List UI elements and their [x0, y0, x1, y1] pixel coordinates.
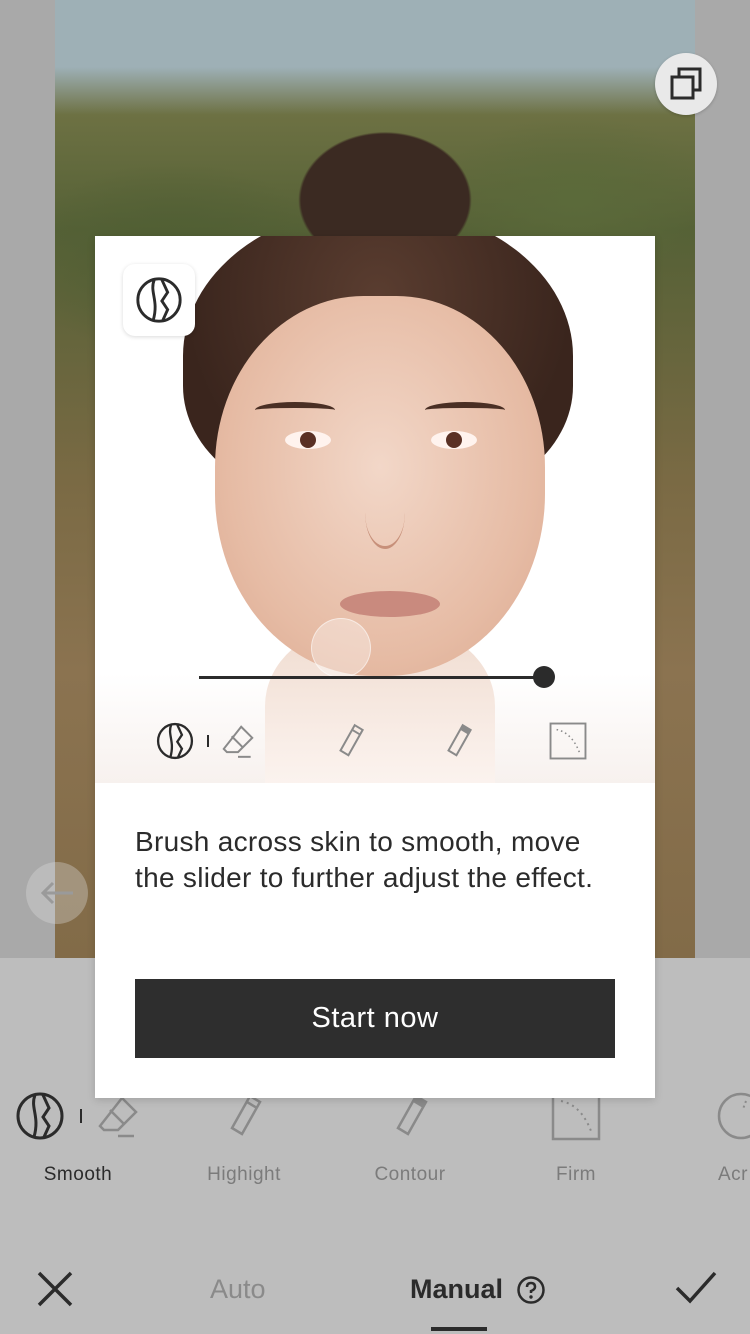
- firm-icon: [549, 722, 587, 760]
- undo-button[interactable]: [26, 862, 88, 924]
- tool-label: Acr: [718, 1164, 748, 1185]
- help-icon: [517, 1276, 545, 1304]
- check-icon: [675, 1271, 717, 1304]
- tool-contour[interactable]: Contour: [360, 1088, 460, 1198]
- firm-icon: [551, 1091, 601, 1141]
- tutorial-demo-image: [95, 236, 655, 783]
- tab-auto[interactable]: Auto: [210, 1274, 266, 1305]
- tab-manual[interactable]: Manual: [410, 1274, 503, 1305]
- tool-label: Contour: [374, 1164, 446, 1185]
- smooth-icon: [16, 1092, 64, 1140]
- eraser-icon: [222, 725, 254, 758]
- demo-slider-knob: [533, 666, 555, 688]
- arrow-left-icon: [40, 881, 73, 905]
- highlight-brush-icon: [230, 1094, 262, 1136]
- start-now-button[interactable]: Start now: [135, 979, 615, 1058]
- demo-slider-track: [199, 676, 545, 679]
- brush-touch-indicator: [311, 618, 371, 678]
- tool-acne[interactable]: Acr: [706, 1088, 750, 1198]
- demo-mode-badge: [123, 264, 195, 336]
- tool-firm[interactable]: Firm: [526, 1088, 626, 1198]
- eraser-icon: [98, 1096, 138, 1138]
- compare-button[interactable]: [655, 53, 717, 115]
- tool-smooth[interactable]: Smooth: [12, 1088, 144, 1198]
- tab-indicator: [431, 1327, 487, 1331]
- help-button[interactable]: [516, 1275, 546, 1305]
- tutorial-dialog: Brush across skin to smooth, move the sl…: [95, 236, 655, 1098]
- tutorial-description: Brush across skin to smooth, move the sl…: [135, 826, 594, 893]
- acne-icon: [717, 1092, 750, 1140]
- contour-brush-icon: [396, 1094, 428, 1136]
- contour-brush-icon: [447, 723, 473, 757]
- smooth-icon: [156, 722, 194, 760]
- tool-highlight[interactable]: Highight: [194, 1088, 294, 1198]
- demo-tool-row: [95, 716, 655, 766]
- close-icon: [37, 1271, 73, 1307]
- apply-button[interactable]: [673, 1268, 719, 1308]
- highlight-brush-icon: [339, 723, 365, 757]
- tool-label: Firm: [556, 1164, 596, 1185]
- tool-label: Smooth: [43, 1164, 113, 1185]
- bottom-bar: Auto Manual: [0, 1250, 750, 1334]
- compare-icon: [670, 67, 702, 100]
- tool-label: Highight: [207, 1164, 281, 1185]
- cancel-button[interactable]: [34, 1268, 76, 1310]
- smooth-icon: [136, 277, 182, 323]
